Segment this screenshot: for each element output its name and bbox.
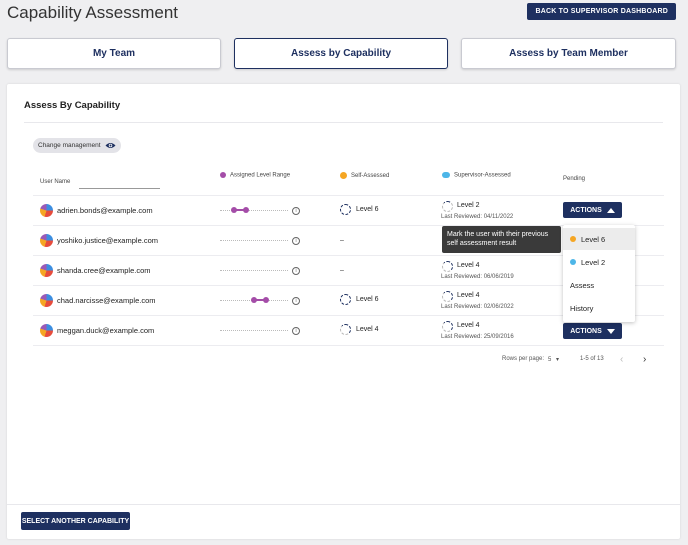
menu-item-history[interactable]: History (563, 297, 635, 319)
tab-my-team[interactable]: My Team (7, 38, 221, 69)
info-icon[interactable]: i (292, 207, 300, 215)
self-assessed-level: Level 6 (356, 206, 379, 213)
actions-button[interactable]: ACTIONS (563, 202, 622, 218)
user-email: chad.narcisse@example.com (57, 296, 156, 305)
rows-per-page-value: 5 (548, 357, 552, 363)
actions-button[interactable]: ACTIONS (563, 323, 622, 339)
avatar (40, 204, 53, 217)
footer-divider (7, 504, 680, 505)
column-header-supervisor-assessed: Supervisor-Assessed (442, 172, 511, 179)
assigned-level-range-slider (220, 237, 288, 243)
column-header-assigned-range: Assigned Level Range (220, 172, 290, 179)
supervisor-level-ring-icon (442, 291, 453, 302)
assessment-card: Assess By Capability Change management U… (7, 84, 680, 539)
actions-label: ACTIONS (570, 327, 602, 335)
person-icon (340, 172, 347, 179)
back-to-dashboard-button[interactable]: BACK TO SUPERVISOR DASHBOARD (527, 3, 676, 20)
chevron-up-icon (606, 207, 615, 213)
menu-item-label: Assess (570, 280, 595, 290)
capability-chip[interactable]: Change management (33, 138, 121, 153)
supervisor-level-ring-icon (442, 201, 453, 212)
next-page-icon[interactable]: › (643, 354, 646, 365)
assigned-level-range-slider (220, 297, 288, 303)
user-email: adrien.bonds@example.com (57, 206, 153, 215)
user-name-filter-input[interactable] (79, 188, 160, 189)
tab-assess-by-capability[interactable]: Assess by Capability (234, 38, 448, 69)
last-reviewed: Last Reviewed: 02/06/2022 (441, 304, 514, 310)
divider (24, 122, 663, 123)
chevron-down-icon (606, 328, 615, 334)
supervisor-level: Level 2 (457, 202, 480, 209)
menu-item-level-6[interactable]: Level 6 (563, 228, 635, 250)
menu-item-assess[interactable]: Assess (563, 274, 635, 296)
self-level-ring-icon (340, 324, 351, 335)
page-range-text: 1-5 of 13 (580, 356, 604, 362)
menu-item-label: History (570, 303, 594, 313)
column-header-user-name: User Name (40, 179, 71, 185)
column-header-pending: Pending (563, 176, 586, 182)
avatar (40, 234, 53, 247)
supervisor-level-ring-icon (442, 261, 453, 272)
row-divider (33, 195, 664, 196)
self-level-ring-icon (340, 204, 351, 215)
self-assessed-level: – (340, 237, 344, 244)
supervisor-level: Level 4 (457, 322, 480, 329)
user-email: yoshiko.justice@example.com (57, 236, 158, 245)
info-icon[interactable]: i (292, 237, 300, 245)
self-assessed-level: Level 6 (356, 296, 379, 303)
self-level-ring-icon (340, 294, 351, 305)
user-email: meggan.duck@example.com (57, 326, 155, 335)
assigned-range-label: Assigned Level Range (230, 172, 291, 179)
last-reviewed: Last Reviewed: 25/09/2016 (441, 334, 514, 340)
card-title: Assess By Capability (24, 100, 121, 111)
assigned-level-range-slider (220, 267, 288, 273)
avatar (40, 324, 53, 337)
info-icon[interactable]: i (292, 297, 300, 305)
self-assessed-level: – (340, 267, 344, 274)
range-knob (263, 297, 270, 303)
info-icon[interactable]: i (292, 327, 300, 335)
prev-page-icon[interactable]: ‹ (620, 354, 623, 365)
assigned-level-range-slider (220, 207, 288, 213)
avatar (40, 294, 53, 307)
last-reviewed: Last Reviewed: 06/06/2019 (441, 274, 514, 280)
self-assessed-level: Level 4 (356, 326, 379, 333)
user-email: shanda.cree@example.com (57, 266, 151, 275)
supervisor-assessed-label: Supervisor-Assessed (454, 172, 511, 179)
supervisor-level-ring-icon (442, 321, 453, 332)
range-knob (251, 297, 257, 303)
level-dot-icon (570, 236, 576, 242)
tab-assess-by-team-member[interactable]: Assess by Team Member (461, 38, 676, 69)
tooltip: Mark the user with their previous self a… (442, 226, 561, 253)
actions-label: ACTIONS (570, 206, 602, 214)
range-knob (242, 207, 249, 213)
range-knob (230, 207, 237, 213)
avatar (40, 264, 53, 277)
assigned-level-range-slider (220, 327, 288, 333)
supervisor-level: Level 4 (457, 292, 480, 299)
eye-icon[interactable] (105, 142, 116, 149)
range-dot-icon (220, 172, 226, 178)
select-another-capability-button[interactable]: SELECT ANOTHER CAPABILITY (21, 512, 130, 530)
last-reviewed: Last Reviewed: 04/11/2022 (441, 214, 514, 220)
menu-item-label: Level 6 (581, 234, 606, 244)
info-icon[interactable]: i (292, 267, 300, 275)
menu-item-label: Level 2 (581, 257, 606, 267)
caret-down-icon: ▾ (556, 357, 560, 363)
menu-item-level-2[interactable]: Level 2 (563, 251, 635, 273)
group-icon (442, 172, 450, 178)
capability-chip-label: Change management (38, 142, 101, 149)
self-assessed-label: Self-Assessed (351, 173, 390, 180)
row-divider (33, 345, 664, 346)
rows-per-page-label: Rows per page: (502, 356, 545, 362)
level-dot-icon (570, 259, 576, 265)
page-title: Capability Assessment (7, 3, 179, 22)
supervisor-level: Level 4 (457, 262, 480, 269)
column-header-self-assessed: Self-Assessed (340, 172, 389, 179)
actions-menu: Level 6 Level 2 Assess History (563, 225, 635, 322)
rows-per-page-select[interactable]: 5 ▾ (548, 356, 559, 363)
